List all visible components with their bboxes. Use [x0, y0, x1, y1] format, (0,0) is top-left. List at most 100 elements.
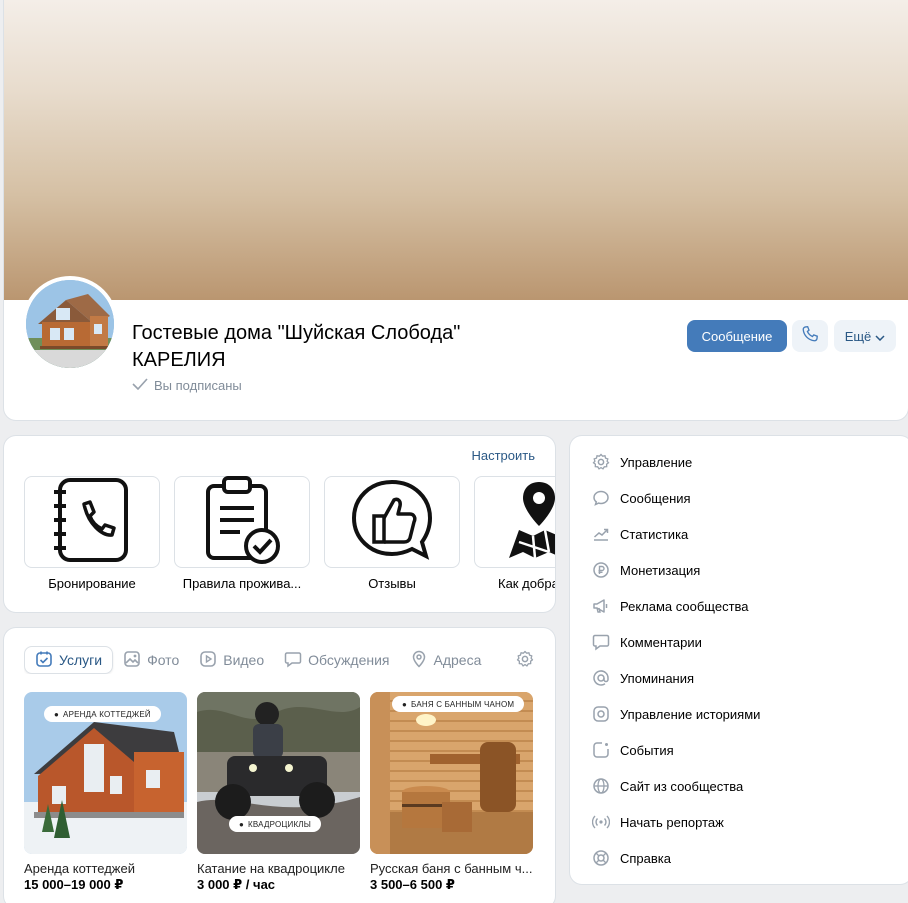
service-item-atv[interactable]: ● КВАДРОЦИКЛЫ Катание на квадроцикле 3 0…	[197, 692, 360, 893]
customize-link[interactable]: Настроить	[471, 448, 535, 463]
search-icon: ●	[54, 709, 60, 719]
section-tabs: Услуги Фото Видео Обсуждения Адреса	[24, 646, 544, 674]
link-box	[474, 476, 555, 568]
map-pin-icon	[505, 476, 555, 569]
link-box	[324, 476, 460, 568]
community-page: Гостевые дома "Шуйская Слобода" КАРЕЛИЯ …	[0, 0, 908, 903]
menu-item-statistics[interactable]: Статистика	[592, 524, 688, 544]
calendar-check-icon	[35, 650, 53, 671]
tab-label: Видео	[223, 652, 265, 668]
service-badge: ● АРЕНДА КОТТЕДЖЕЙ	[44, 706, 161, 722]
link-label: Как добра	[498, 576, 555, 591]
clipboard-check-icon	[200, 475, 284, 569]
menu-item-events[interactable]: События	[592, 740, 674, 760]
event-icon	[592, 741, 610, 759]
service-name: Русская баня с банным ч...	[370, 861, 533, 876]
link-label: Бронирование	[48, 576, 136, 591]
thumbs-up-bubble-icon	[350, 476, 434, 569]
community-links: Настроить Бронирование Правила прожива..…	[4, 436, 555, 612]
cover-image	[4, 0, 908, 300]
tab-label: Услуги	[59, 652, 103, 668]
service-badge: ● БАНЯ С БАННЫМ ЧАНОМ	[392, 696, 525, 712]
ruble-icon	[592, 561, 610, 579]
menu-item-website[interactable]: Сайт из сообщества	[592, 776, 743, 796]
location-icon	[410, 650, 428, 671]
megaphone-icon	[592, 597, 610, 615]
service-price: 3 000 ₽ / час	[197, 877, 276, 892]
at-icon	[592, 669, 610, 687]
menu-label: Упоминания	[620, 670, 695, 686]
menu-label: Реклама сообщества	[620, 598, 749, 614]
call-button[interactable]	[792, 320, 828, 352]
more-label: Ещё	[844, 328, 872, 344]
menu-item-broadcast[interactable]: Начать репортаж	[592, 812, 724, 832]
menu-label: Управление	[620, 454, 693, 470]
service-image: ● БАНЯ С БАННЫМ ЧАНОМ	[370, 692, 533, 854]
menu-label: Статистика	[620, 526, 689, 542]
check-icon	[132, 378, 148, 393]
menu-item-mentions[interactable]: Упоминания	[592, 668, 694, 688]
community-avatar[interactable]	[22, 276, 118, 372]
service-price: 3 500–6 500 ₽	[370, 877, 455, 892]
service-name: Катание на квадроцикле	[197, 861, 345, 876]
link-reviews[interactable]: Отзывы	[324, 476, 460, 591]
menu-item-stories[interactable]: Управление историями	[592, 704, 760, 724]
photo-icon	[123, 650, 141, 671]
tab-photos[interactable]: Фото	[113, 646, 189, 674]
phone-book-icon	[50, 476, 134, 569]
broadcast-icon	[592, 813, 610, 831]
chart-trend-icon	[592, 525, 610, 543]
service-image: ● КВАДРОЦИКЛЫ	[197, 692, 360, 854]
chevron-down-icon	[875, 329, 885, 344]
link-label: Правила прожива...	[182, 576, 302, 591]
badge-label: АРЕНДА КОТТЕДЖЕЙ	[63, 709, 151, 719]
subscribed-label: Вы подписаны	[154, 378, 242, 393]
link-label: Отзывы	[368, 576, 416, 591]
menu-item-help[interactable]: Справка	[592, 848, 671, 868]
menu-item-management[interactable]: Управление	[592, 452, 692, 472]
lifebuoy-icon	[592, 849, 610, 867]
services-block: Услуги Фото Видео Обсуждения Адреса ● АР…	[4, 628, 555, 903]
globe-icon	[592, 777, 610, 795]
menu-label: Начать репортаж	[620, 814, 724, 830]
community-header: Гостевые дома "Шуйская Слобода" КАРЕЛИЯ …	[4, 0, 908, 420]
tab-label: Обсуждения	[308, 652, 390, 668]
menu-item-messages[interactable]: Сообщения	[592, 488, 691, 508]
menu-label: Справка	[620, 850, 671, 866]
tab-label: Фото	[147, 652, 180, 668]
search-icon: ●	[239, 819, 245, 829]
comment-icon	[592, 633, 610, 651]
menu-item-ads[interactable]: Реклама сообщества	[592, 596, 749, 616]
link-directions[interactable]: Как добра	[474, 476, 555, 591]
service-price: 15 000–19 000 ₽	[24, 877, 124, 892]
menu-item-monetization[interactable]: Монетизация	[592, 560, 700, 580]
message-bubble-icon	[592, 489, 610, 507]
stories-icon	[592, 705, 610, 723]
tabs-settings-button[interactable]	[514, 650, 536, 672]
link-rules[interactable]: Правила прожива...	[174, 475, 310, 591]
play-icon	[199, 650, 217, 671]
tab-discussions[interactable]: Обсуждения	[274, 646, 399, 674]
menu-label: Управление историями	[620, 706, 761, 722]
service-badge: ● КВАДРОЦИКЛЫ	[229, 816, 322, 832]
more-button[interactable]: Ещё	[834, 320, 896, 352]
link-booking[interactable]: Бронирование	[24, 476, 160, 591]
subscription-status[interactable]: Вы подписаны	[132, 378, 242, 393]
search-icon: ●	[402, 699, 408, 709]
menu-label: События	[620, 742, 674, 758]
link-box	[24, 476, 160, 568]
message-button[interactable]: Сообщение	[687, 320, 787, 352]
gear-icon	[516, 650, 534, 673]
phone-icon	[800, 324, 820, 349]
tab-addresses[interactable]: Адреса	[400, 646, 492, 674]
menu-label: Комментарии	[620, 634, 702, 650]
gear-icon	[592, 453, 610, 471]
menu-item-comments[interactable]: Комментарии	[592, 632, 702, 652]
service-item-cottages[interactable]: ● АРЕНДА КОТТЕДЖЕЙ Аренда коттеджей 15 0…	[24, 692, 187, 893]
service-item-sauna[interactable]: ● БАНЯ С БАННЫМ ЧАНОМ Русская баня с бан…	[370, 692, 533, 893]
tab-services[interactable]: Услуги	[24, 646, 114, 674]
menu-label: Сайт из сообщества	[620, 778, 744, 794]
tab-videos[interactable]: Видео	[189, 646, 274, 674]
admin-menu: Управление Сообщения Статистика Монетиза…	[570, 436, 908, 884]
community-title: Гостевые дома "Шуйская Слобода" КАРЕЛИЯ	[132, 322, 461, 371]
